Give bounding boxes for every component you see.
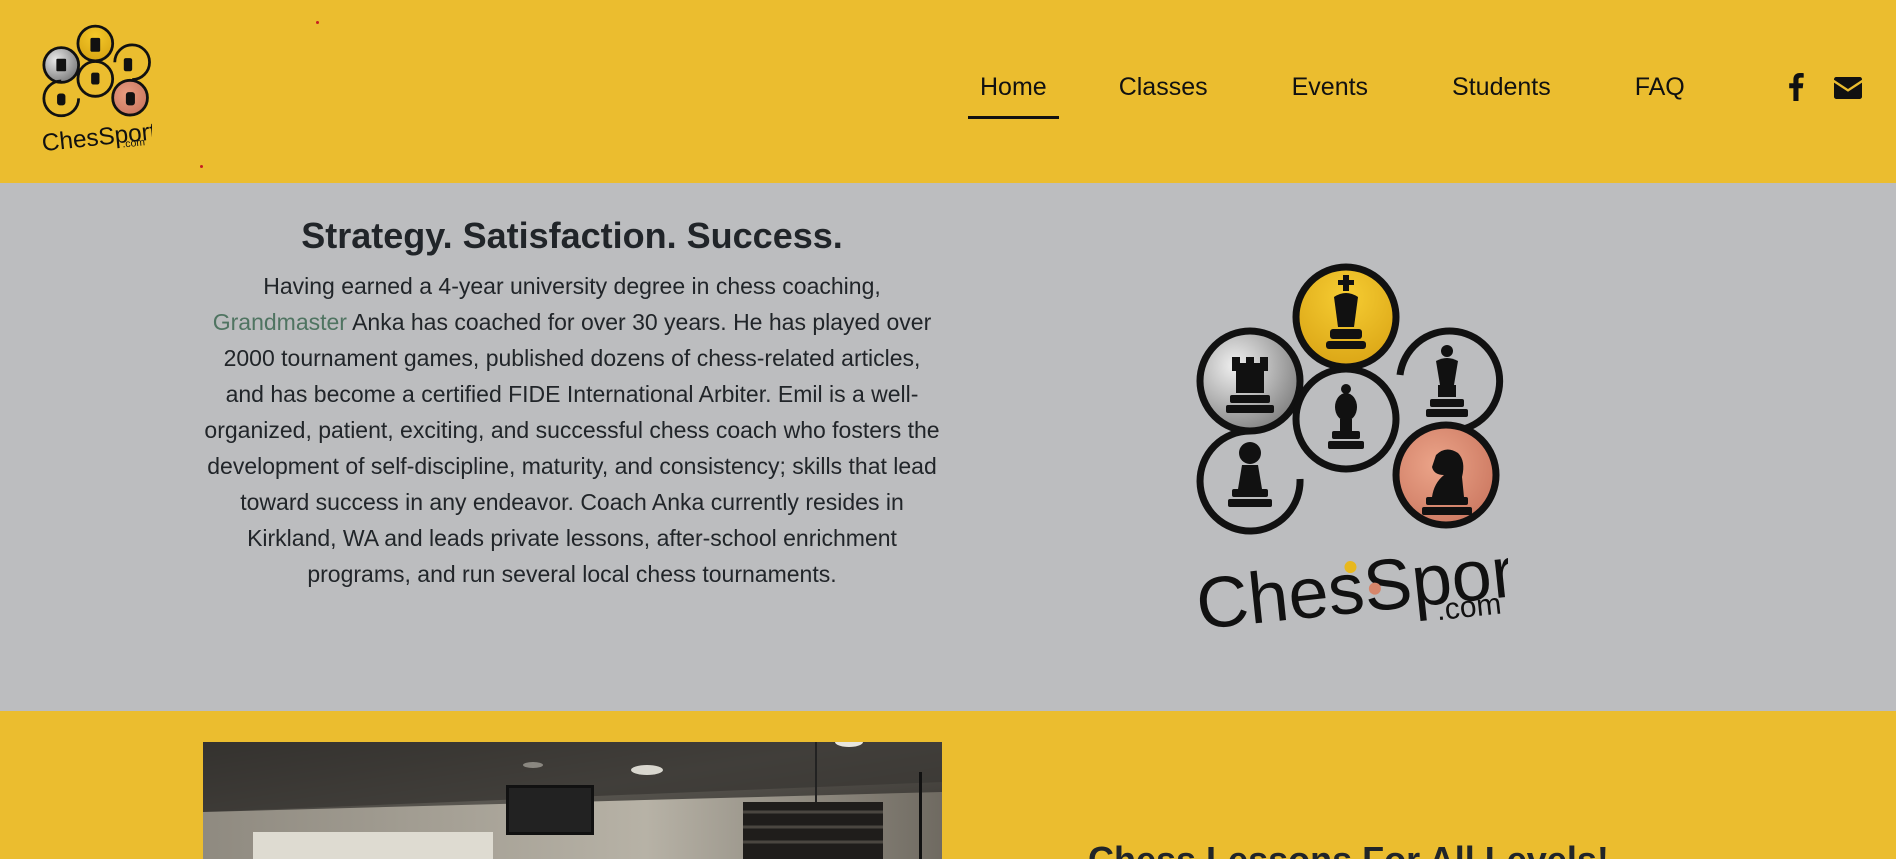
- site-header: ChesSport .com Home Classes Events Stude…: [0, 0, 1896, 183]
- svg-text:.com: .com: [122, 137, 146, 150]
- nav-events[interactable]: Events: [1280, 0, 1380, 120]
- envelope-icon[interactable]: [1834, 77, 1862, 99]
- classroom-photo: [203, 742, 942, 859]
- lessons-section: Chess Lessons For All Levels!: [0, 711, 1896, 859]
- stray-dot: [316, 21, 319, 24]
- lessons-title: Chess Lessons For All Levels!: [1088, 839, 1609, 859]
- hero-title: Strategy. Satisfaction. Success.: [301, 215, 843, 256]
- grandmaster-link[interactable]: Grandmaster: [213, 309, 347, 335]
- hero-section: Strategy. Satisfaction. Success. Having …: [0, 183, 1896, 711]
- nav-faq[interactable]: FAQ: [1623, 0, 1697, 120]
- nav-students[interactable]: Students: [1440, 0, 1563, 120]
- facebook-icon[interactable]: [1788, 73, 1804, 101]
- svg-text:.com: .com: [1435, 588, 1503, 628]
- hero-description: Having earned a 4-year university degree…: [202, 268, 942, 592]
- chessport-logo[interactable]: ChesSport .com: [40, 24, 152, 154]
- hero-text-intro: Having earned a 4-year university degree…: [263, 273, 881, 299]
- hero-text-body: Anka has coached for over 30 years. He h…: [204, 309, 940, 587]
- main-nav: Home Classes Events Students FAQ: [968, 0, 1697, 183]
- nav-home[interactable]: Home: [968, 0, 1059, 120]
- chessport-logo-large: ChesSport .com: [1196, 263, 1508, 635]
- nav-classes[interactable]: Classes: [1107, 0, 1220, 120]
- stray-dot: [200, 165, 203, 168]
